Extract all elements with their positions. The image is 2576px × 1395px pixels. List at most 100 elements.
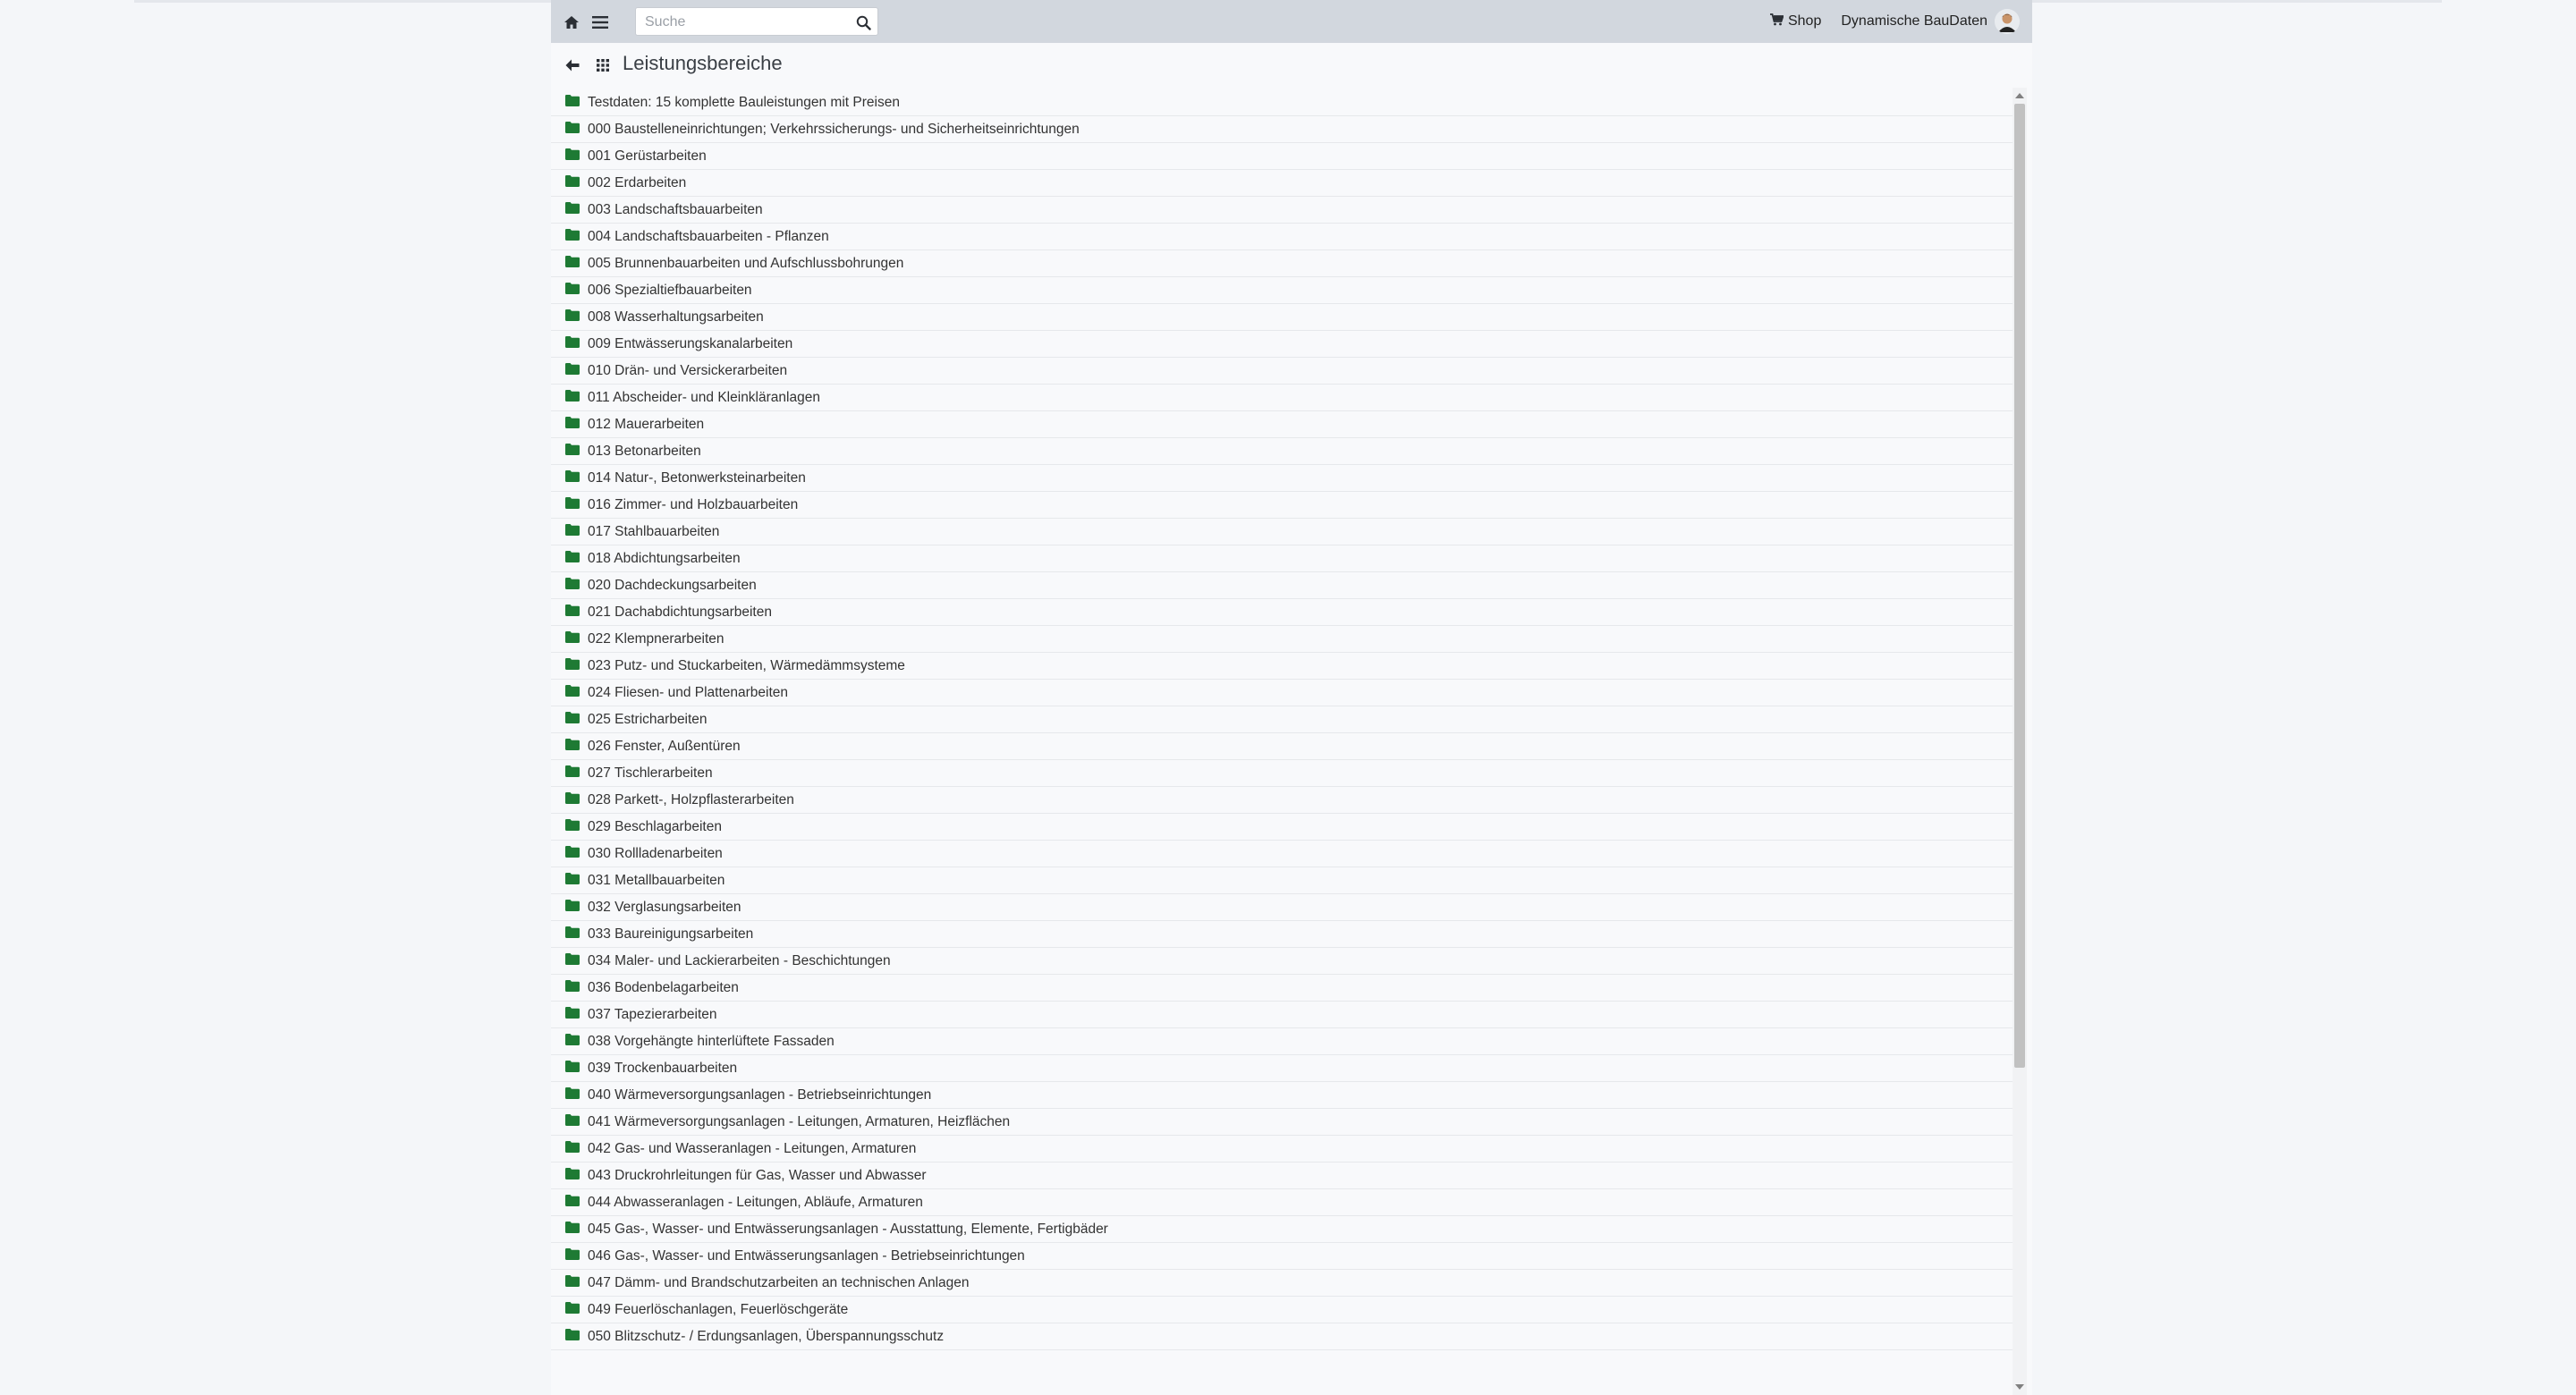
list-item[interactable]: 011 Abscheider- und Kleinkläranlagen xyxy=(551,385,2012,411)
list-item[interactable]: 006 Spezialtiefbauarbeiten xyxy=(551,277,2012,304)
list-item[interactable]: 034 Maler- und Lackierarbeiten - Beschic… xyxy=(551,948,2012,975)
list-item-label: 001 Gerüstarbeiten xyxy=(588,148,707,164)
list-item-label: 044 Abwasseranlagen - Leitungen, Abläufe… xyxy=(588,1194,923,1210)
list-item-label: 037 Tapezierarbeiten xyxy=(588,1006,717,1022)
list-item-label: 002 Erdarbeiten xyxy=(588,174,687,190)
scrollbar[interactable] xyxy=(2012,88,2027,1395)
folder-icon xyxy=(565,818,588,835)
scroll-thumb[interactable] xyxy=(2014,104,2025,1068)
folder-icon xyxy=(565,309,588,326)
folder-icon xyxy=(565,416,588,433)
list-item[interactable]: 008 Wasserhaltungsarbeiten xyxy=(551,304,2012,331)
folder-icon xyxy=(565,1060,588,1077)
list-item-label: 032 Verglasungsarbeiten xyxy=(588,899,741,915)
nav-right: Shop Dynamische BauDaten xyxy=(1769,0,2020,43)
folder-icon xyxy=(565,121,588,138)
list-item[interactable]: 032 Verglasungsarbeiten xyxy=(551,894,2012,921)
list-item[interactable]: 027 Tischlerarbeiten xyxy=(551,760,2012,787)
list-item-label: 025 Estricharbeiten xyxy=(588,711,708,727)
page-header: Leistungsbereiche xyxy=(551,48,2032,82)
list-item[interactable]: 009 Entwässerungskanalarbeiten xyxy=(551,331,2012,358)
list-item-label: 049 Feuerlöschanlagen, Feuerlöschgeräte xyxy=(588,1301,849,1317)
list-item-label: 042 Gas- und Wasseranlagen - Leitungen, … xyxy=(588,1140,917,1156)
list-item[interactable]: 029 Beschlagarbeiten xyxy=(551,814,2012,841)
folder-icon xyxy=(565,926,588,943)
folder-icon xyxy=(565,1301,588,1318)
list-item[interactable]: 017 Stahlbauarbeiten xyxy=(551,519,2012,545)
list-item[interactable]: Testdaten: 15 komplette Bauleistungen mi… xyxy=(551,89,2012,116)
menu-icon[interactable] xyxy=(589,11,612,34)
list-item[interactable]: 000 Baustelleneinrichtungen; Verkehrssic… xyxy=(551,116,2012,143)
user-menu[interactable]: Dynamische BauDaten xyxy=(1841,9,2020,34)
list-item[interactable]: 047 Dämm- und Brandschutzarbeiten an tec… xyxy=(551,1270,2012,1297)
list-item[interactable]: 002 Erdarbeiten xyxy=(551,170,2012,197)
folder-icon xyxy=(565,201,588,218)
list-item-label: 050 Blitzschutz- / Erdungsanlagen, Übers… xyxy=(588,1328,945,1344)
folder-icon xyxy=(565,94,588,111)
search-input[interactable] xyxy=(643,11,843,34)
list-item[interactable]: 036 Bodenbelagarbeiten xyxy=(551,975,2012,1002)
list-item[interactable]: 045 Gas-, Wasser- und Entwässerungsanlag… xyxy=(551,1216,2012,1243)
folder-icon xyxy=(565,604,588,621)
list-item[interactable]: 043 Druckrohrleitungen für Gas, Wasser u… xyxy=(551,1162,2012,1189)
list-item[interactable]: 025 Estricharbeiten xyxy=(551,706,2012,733)
folder-icon xyxy=(565,496,588,513)
list-item[interactable]: 050 Blitzschutz- / Erdungsanlagen, Übers… xyxy=(551,1323,2012,1350)
list-item[interactable]: 040 Wärmeversorgungsanlagen - Betriebsei… xyxy=(551,1082,2012,1109)
search-icon[interactable] xyxy=(852,12,874,33)
list-item[interactable]: 030 Rollladenarbeiten xyxy=(551,841,2012,867)
list-item[interactable]: 023 Putz- und Stuckarbeiten, Wärmedämmsy… xyxy=(551,653,2012,680)
folder-icon xyxy=(565,1033,588,1050)
list-item[interactable]: 044 Abwasseranlagen - Leitungen, Abläufe… xyxy=(551,1189,2012,1216)
folder-icon xyxy=(565,282,588,299)
list-item[interactable]: 005 Brunnenbauarbeiten und Aufschlussboh… xyxy=(551,250,2012,277)
list-item[interactable]: 018 Abdichtungsarbeiten xyxy=(551,545,2012,572)
shop-link[interactable]: Shop xyxy=(1769,13,1821,30)
list-item[interactable]: 013 Betonarbeiten xyxy=(551,438,2012,465)
list-item-label: 018 Abdichtungsarbeiten xyxy=(588,550,741,566)
home-icon[interactable] xyxy=(560,11,583,34)
folder-icon xyxy=(565,523,588,540)
list-item-label: 004 Landschaftsbauarbeiten - Pflanzen xyxy=(588,228,829,244)
folder-icon xyxy=(565,174,588,191)
list-item-label: 041 Wärmeversorgungsanlagen - Leitungen,… xyxy=(588,1113,1011,1129)
list-item[interactable]: 020 Dachdeckungsarbeiten xyxy=(551,572,2012,599)
list-item[interactable]: 038 Vorgehängte hinterlüftete Fassaden xyxy=(551,1028,2012,1055)
list-item[interactable]: 016 Zimmer- und Holzbauarbeiten xyxy=(551,492,2012,519)
list-item[interactable]: 003 Landschaftsbauarbeiten xyxy=(551,197,2012,224)
list-item[interactable]: 022 Klempnerarbeiten xyxy=(551,626,2012,653)
list-item-label: 014 Natur-, Betonwerksteinarbeiten xyxy=(588,469,806,486)
list-item[interactable]: 010 Drän- und Versickerarbeiten xyxy=(551,358,2012,385)
folder-icon xyxy=(565,1086,588,1103)
list-item[interactable]: 037 Tapezierarbeiten xyxy=(551,1002,2012,1028)
list-item[interactable]: 049 Feuerlöschanlagen, Feuerlöschgeräte xyxy=(551,1297,2012,1323)
list-item[interactable]: 004 Landschaftsbauarbeiten - Pflanzen xyxy=(551,224,2012,250)
folder-icon xyxy=(565,630,588,647)
scroll-down-icon[interactable] xyxy=(2015,1382,2024,1391)
user-name: Dynamische BauDaten xyxy=(1841,13,1987,29)
list-item[interactable]: 046 Gas-, Wasser- und Entwässerungsanlag… xyxy=(551,1243,2012,1270)
list-item-label: 003 Landschaftsbauarbeiten xyxy=(588,201,763,217)
folder-icon xyxy=(565,791,588,808)
back-arrow-icon[interactable] xyxy=(562,55,583,76)
list-item[interactable]: 014 Natur-, Betonwerksteinarbeiten xyxy=(551,465,2012,492)
folder-icon xyxy=(565,711,588,728)
folder-icon xyxy=(565,335,588,352)
list-item[interactable]: 042 Gas- und Wasseranlagen - Leitungen, … xyxy=(551,1136,2012,1162)
list-item[interactable]: 012 Mauerarbeiten xyxy=(551,411,2012,438)
list-item[interactable]: 028 Parkett-, Holzpflasterarbeiten xyxy=(551,787,2012,814)
list-item[interactable]: 041 Wärmeversorgungsanlagen - Leitungen,… xyxy=(551,1109,2012,1136)
list-item[interactable]: 001 Gerüstarbeiten xyxy=(551,143,2012,170)
list-item[interactable]: 026 Fenster, Außentüren xyxy=(551,733,2012,760)
folder-icon xyxy=(565,389,588,406)
list-item[interactable]: 031 Metallbauarbeiten xyxy=(551,867,2012,894)
scroll-up-icon[interactable] xyxy=(2015,91,2024,100)
folder-icon xyxy=(565,872,588,889)
list-item[interactable]: 039 Trockenbauarbeiten xyxy=(551,1055,2012,1082)
list-item[interactable]: 033 Baureinigungsarbeiten xyxy=(551,921,2012,948)
list-item[interactable]: 024 Fliesen- und Plattenarbeiten xyxy=(551,680,2012,706)
list-item-label: 040 Wärmeversorgungsanlagen - Betriebsei… xyxy=(588,1086,932,1103)
grid-icon[interactable] xyxy=(592,55,614,76)
list-item[interactable]: 021 Dachabdichtungsarbeiten xyxy=(551,599,2012,626)
navbar: Shop Dynamische BauDaten xyxy=(551,0,2032,43)
